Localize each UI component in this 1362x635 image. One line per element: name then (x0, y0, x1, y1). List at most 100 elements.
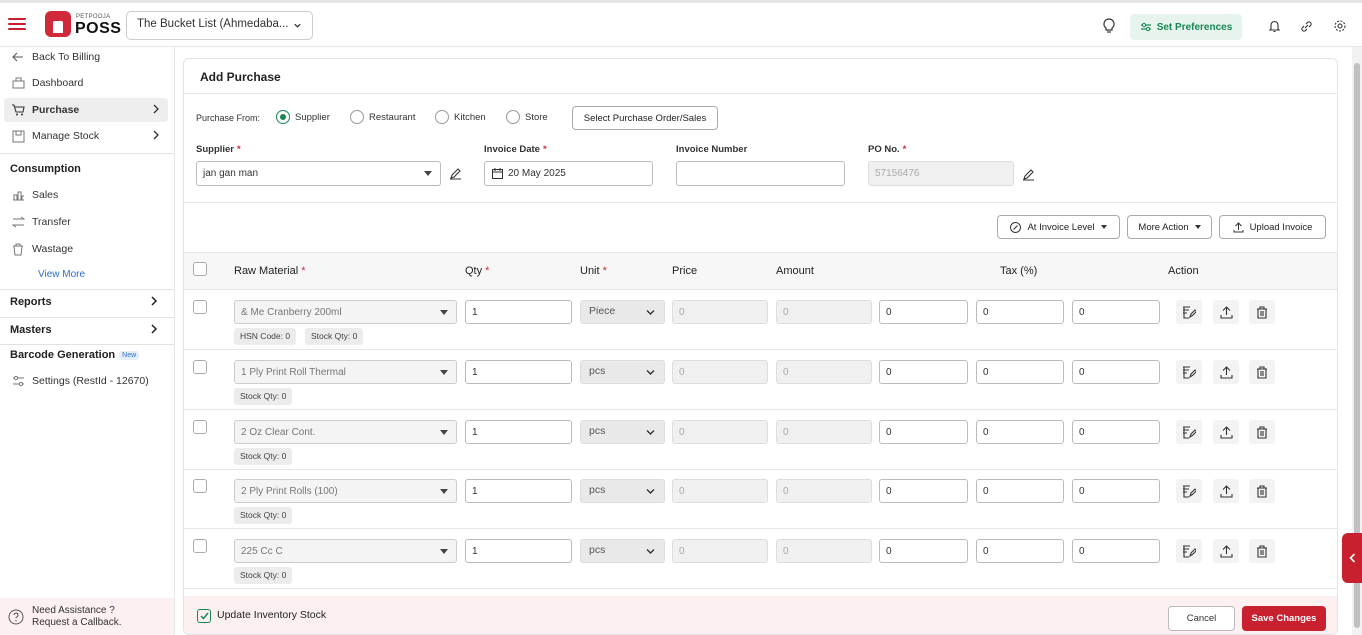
tax-input-2[interactable]: 0 (976, 479, 1064, 503)
tax-input-3[interactable]: 0 (1072, 300, 1160, 324)
unit-select[interactable]: pcs (580, 360, 665, 384)
tax-input-1[interactable]: 0 (879, 300, 968, 324)
select-purchase-order-button[interactable]: Select Purchase Order/Sales (572, 106, 718, 130)
trash-icon (1257, 305, 1267, 319)
need-assistance-callback[interactable]: Need Assistance ? Request a Callback. (0, 598, 174, 635)
upload-row-button[interactable] (1213, 360, 1239, 384)
qty-input[interactable]: 1 (465, 360, 572, 384)
row-checkbox[interactable] (193, 539, 207, 553)
radio-restaurant[interactable]: Restaurant (350, 110, 415, 124)
edit-note-icon (1183, 544, 1196, 558)
sidebar-item-back-to-billing[interactable]: Back To Billing (4, 45, 168, 69)
sidebar-item-manage-stock[interactable]: Manage Stock (4, 124, 168, 148)
select-all-checkbox[interactable] (193, 262, 207, 276)
edit-row-button[interactable] (1176, 420, 1202, 444)
tax-input-3[interactable]: 0 (1072, 539, 1160, 563)
lightbulb-icon[interactable] (1100, 17, 1118, 35)
view-more-link[interactable]: View More (38, 269, 85, 280)
tax-input-2[interactable]: 0 (976, 420, 1064, 444)
tax-input-1[interactable]: 0 (879, 360, 968, 384)
section-masters[interactable]: Masters (10, 324, 158, 336)
set-preferences-button[interactable]: Set Preferences (1130, 14, 1242, 40)
edit-row-button[interactable] (1176, 539, 1202, 563)
sidebar-item-sales[interactable]: Sales (4, 183, 168, 207)
edit-supplier-icon[interactable] (447, 165, 463, 181)
sidebar-item-dashboard[interactable]: Dashboard (4, 71, 168, 95)
delete-row-button[interactable] (1249, 420, 1275, 444)
delete-row-button[interactable] (1249, 539, 1275, 563)
row-checkbox[interactable] (193, 479, 207, 493)
tax-input-2[interactable]: 0 (976, 360, 1064, 384)
sidebar-item-purchase[interactable]: Purchase (4, 98, 168, 122)
row-checkbox[interactable] (193, 300, 207, 314)
edit-row-button[interactable] (1176, 300, 1202, 324)
radio-store[interactable]: Store (506, 110, 548, 124)
upload-row-button[interactable] (1213, 300, 1239, 324)
qty-input[interactable]: 1 (465, 420, 572, 444)
invoice-number-input[interactable] (676, 161, 845, 186)
edit-row-button[interactable] (1176, 360, 1202, 384)
stock-qty-chip: Stock Qty: 0 (234, 448, 293, 465)
more-action-dropdown[interactable]: More Action (1127, 215, 1212, 239)
tax-input-3[interactable]: 0 (1072, 420, 1160, 444)
delete-row-button[interactable] (1249, 300, 1275, 324)
raw-material-select[interactable]: 225 Cc C (234, 539, 457, 563)
radio-kitchen[interactable]: Kitchen (435, 110, 486, 124)
raw-material-select[interactable]: & Me Cranberry 200ml (234, 300, 457, 324)
bell-icon[interactable] (1265, 17, 1283, 35)
table-row: 1 Ply Print Roll Thermal 1 pcs 0 0 0 0 0… (184, 350, 1337, 410)
raw-material-select[interactable]: 1 Ply Print Roll Thermal (234, 360, 457, 384)
qty-input[interactable]: 1 (465, 300, 572, 324)
link-icon[interactable] (1297, 17, 1315, 35)
divider (184, 202, 1337, 203)
row-checkbox[interactable] (193, 420, 207, 434)
invoice-date-field[interactable]: 20 May 2025 (484, 161, 653, 186)
unit-select[interactable]: pcs (580, 539, 665, 563)
side-drawer-toggle[interactable] (1342, 533, 1362, 583)
upload-row-button[interactable] (1213, 539, 1239, 563)
menu-icon[interactable] (8, 18, 26, 30)
qty-input[interactable]: 1 (465, 479, 572, 503)
upload-invoice-button[interactable]: Upload Invoice (1219, 215, 1326, 239)
sidebar-item-settings[interactable]: Settings (RestId - 12670) (4, 369, 168, 393)
tax-input-1[interactable]: 0 (879, 479, 968, 503)
raw-material-select[interactable]: 2 Oz Clear Cont. (234, 420, 457, 444)
tax-input-2[interactable]: 0 (976, 539, 1064, 563)
upload-row-button[interactable] (1213, 479, 1239, 503)
cancel-button[interactable]: Cancel (1168, 606, 1235, 631)
qty-input[interactable]: 1 (465, 539, 572, 563)
save-changes-button[interactable]: Save Changes (1242, 606, 1326, 631)
raw-material-select[interactable]: 2 Ply Print Rolls (100) (234, 479, 457, 503)
unit-select[interactable]: pcs (580, 420, 665, 444)
outlet-select[interactable]: The Bucket List (Ahmedaba... (126, 11, 313, 40)
amount-field: 0 (776, 300, 872, 324)
tax-input-3[interactable]: 0 (1072, 360, 1160, 384)
update-inventory-checkbox[interactable] (197, 609, 211, 623)
delete-row-button[interactable] (1249, 360, 1275, 384)
upload-invoice-label: Upload Invoice (1249, 221, 1313, 233)
trash-icon (1257, 365, 1267, 379)
radio-label: Supplier (295, 111, 330, 123)
upload-row-button[interactable] (1213, 420, 1239, 444)
sidebar-item-wastage[interactable]: Wastage (4, 237, 168, 261)
unit-select[interactable]: Piece (580, 300, 665, 324)
section-reports[interactable]: Reports (10, 296, 158, 308)
tax-input-1[interactable]: 0 (879, 420, 968, 444)
more-action-label: More Action (1138, 221, 1189, 233)
edit-row-button[interactable] (1176, 479, 1202, 503)
tax-input-1[interactable]: 0 (879, 539, 968, 563)
section-barcode-generation[interactable]: Barcode Generation New (10, 349, 140, 361)
unit-select[interactable]: pcs (580, 479, 665, 503)
gear-icon[interactable] (1331, 17, 1349, 35)
amount-field: 0 (776, 420, 872, 444)
tax-input-2[interactable]: 0 (976, 300, 1064, 324)
edit-po-icon[interactable] (1020, 166, 1036, 182)
at-invoice-level-dropdown[interactable]: At Invoice Level (997, 215, 1120, 239)
row-checkbox[interactable] (193, 360, 207, 374)
supplier-select[interactable]: jan gan man (196, 161, 441, 186)
tax-input-3[interactable]: 0 (1072, 479, 1160, 503)
sidebar-item-transfer[interactable]: Transfer (4, 210, 168, 234)
radio-supplier[interactable]: Supplier (276, 110, 330, 124)
hsn-code-chip: HSN Code: 0 (234, 328, 297, 345)
delete-row-button[interactable] (1249, 479, 1275, 503)
